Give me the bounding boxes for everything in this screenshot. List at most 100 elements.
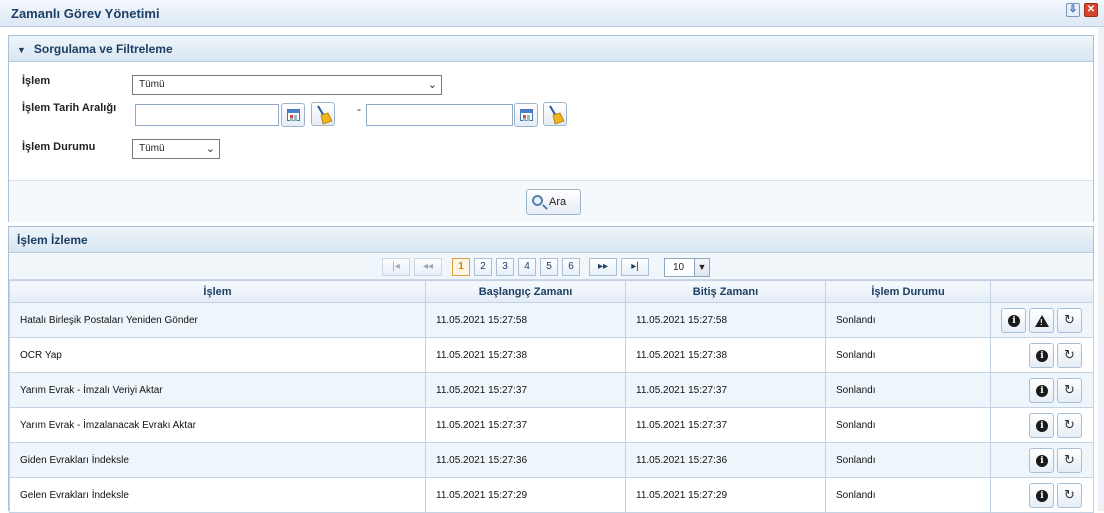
cell-islem: Hatalı Birleşik Postaları Yeniden Gönder	[9, 302, 426, 338]
cell-actions: i ↻	[990, 477, 1094, 513]
table-row[interactable]: Yarım Evrak - İmzalı Veriyi Aktar 11.05.…	[9, 372, 1094, 408]
info-button[interactable]: i	[1029, 483, 1054, 508]
table-row[interactable]: Gelen Evrakları İndeksle 11.05.2021 15:2…	[9, 477, 1094, 513]
column-header-actions	[990, 280, 1094, 303]
islem-table: İşlem Başlangıç Zamanı Bitiş Zamanı İşle…	[9, 280, 1094, 513]
vertical-scrollbar[interactable]	[1098, 27, 1104, 511]
refresh-icon: ↻	[1064, 313, 1075, 328]
rerun-button[interactable]: ↻	[1057, 483, 1082, 508]
end-date-input[interactable]	[366, 104, 513, 126]
table-row[interactable]: Giden Evrakları İndeksle 11.05.2021 15:2…	[9, 442, 1094, 478]
page-size-value: 10	[673, 262, 685, 273]
cell-islem: Yarım Evrak - İmzalanacak Evrakı Aktar	[9, 407, 426, 443]
cell-baslangic: 11.05.2021 15:27:29	[425, 477, 626, 513]
info-icon: i	[1036, 385, 1048, 397]
rerun-button[interactable]: ↻	[1057, 308, 1082, 333]
calendar-icon	[520, 109, 533, 121]
filter-footer: Ara	[9, 180, 1093, 222]
restore-window-icon[interactable]: ⇩	[1066, 3, 1080, 17]
warning-icon: !	[1035, 315, 1049, 327]
page-button-1[interactable]: 1	[452, 258, 470, 276]
window-title: Zamanlı Görev Yönetimi	[11, 6, 160, 21]
cell-durum: Sonlandı	[825, 337, 991, 373]
start-date-clear-button[interactable]	[311, 102, 335, 126]
broom-icon	[549, 105, 565, 125]
info-button[interactable]: i	[1029, 448, 1054, 473]
info-icon: i	[1036, 490, 1048, 502]
page-button-4[interactable]: 4	[518, 258, 536, 276]
page-button-6[interactable]: 6	[562, 258, 580, 276]
refresh-icon: ↻	[1064, 453, 1075, 468]
date-range-separator: -	[357, 102, 361, 116]
page-size-select[interactable]: 10 ▼	[664, 258, 710, 277]
chevron-down-icon: ▼	[694, 259, 709, 276]
monitor-panel-title: İşlem İzleme	[17, 233, 88, 247]
cell-baslangic: 11.05.2021 15:27:37	[425, 407, 626, 443]
table-row[interactable]: OCR Yap 11.05.2021 15:27:38 11.05.2021 1…	[9, 337, 1094, 373]
filter-panel-header[interactable]: ▼ Sorgulama ve Filtreleme	[9, 36, 1093, 62]
islem-durumu-label: İşlem Durumu	[22, 141, 96, 153]
column-header-durum[interactable]: İşlem Durumu	[825, 280, 991, 303]
cell-durum: Sonlandı	[825, 407, 991, 443]
search-button[interactable]: Ara	[526, 189, 581, 215]
info-icon: i	[1036, 350, 1048, 362]
end-date-calendar-button[interactable]	[514, 103, 538, 127]
search-button-label: Ara	[549, 196, 567, 208]
cell-islem: Yarım Evrak - İmzalı Veriyi Aktar	[9, 372, 426, 408]
rerun-button[interactable]: ↻	[1057, 448, 1082, 473]
broom-icon	[317, 105, 333, 125]
islem-durumu-value: Tümü	[139, 143, 165, 154]
end-date-clear-button[interactable]	[543, 102, 567, 126]
page-button-2[interactable]: 2	[474, 258, 492, 276]
cell-durum: Sonlandı	[825, 372, 991, 408]
column-header-islem[interactable]: İşlem	[9, 280, 426, 303]
warning-button[interactable]: !	[1029, 308, 1054, 333]
start-date-calendar-button[interactable]	[281, 103, 305, 127]
cell-bitis: 11.05.2021 15:27:38	[625, 337, 826, 373]
islem-durumu-select[interactable]: Tümü ⌄	[132, 139, 220, 159]
column-header-bitis[interactable]: Bitiş Zamanı	[625, 280, 826, 303]
rerun-button[interactable]: ↻	[1057, 413, 1082, 438]
table-header-row: İşlem Başlangıç Zamanı Bitiş Zamanı İşle…	[9, 280, 1094, 303]
islem-label: İşlem	[22, 75, 51, 87]
chevron-down-icon: ⌄	[427, 79, 437, 91]
islem-select-value: Tümü	[139, 79, 165, 90]
cell-durum: Sonlandı	[825, 442, 991, 478]
refresh-icon: ↻	[1064, 383, 1075, 398]
refresh-icon: ↻	[1064, 488, 1075, 503]
cell-islem: OCR Yap	[9, 337, 426, 373]
rerun-button[interactable]: ↻	[1057, 343, 1082, 368]
cell-baslangic: 11.05.2021 15:27:58	[425, 302, 626, 338]
info-icon: i	[1036, 455, 1048, 467]
info-button[interactable]: i	[1029, 378, 1054, 403]
next-page-button[interactable]: ▸▸	[589, 258, 617, 276]
page-button-5[interactable]: 5	[540, 258, 558, 276]
chevron-down-icon: ⌄	[205, 143, 215, 155]
prev-page-button[interactable]: ◂◂	[414, 258, 442, 276]
first-page-button[interactable]: |◂	[382, 258, 410, 276]
rerun-button[interactable]: ↻	[1057, 378, 1082, 403]
cell-bitis: 11.05.2021 15:27:29	[625, 477, 826, 513]
last-page-button[interactable]: ▸|	[621, 258, 649, 276]
info-button[interactable]: i	[1029, 413, 1054, 438]
info-button[interactable]: i	[1001, 308, 1026, 333]
cell-baslangic: 11.05.2021 15:27:36	[425, 442, 626, 478]
column-header-baslangic[interactable]: Başlangıç Zamanı	[425, 280, 626, 303]
cell-bitis: 11.05.2021 15:27:58	[625, 302, 826, 338]
close-window-icon[interactable]: ✕	[1084, 3, 1098, 17]
cell-baslangic: 11.05.2021 15:27:37	[425, 372, 626, 408]
collapse-triangle-icon[interactable]: ▼	[17, 37, 26, 63]
search-icon	[532, 195, 543, 206]
start-date-input[interactable]	[135, 104, 279, 126]
cell-bitis: 11.05.2021 15:27:37	[625, 372, 826, 408]
cell-islem: Giden Evrakları İndeksle	[9, 442, 426, 478]
info-button[interactable]: i	[1029, 343, 1054, 368]
filter-panel-title: Sorgulama ve Filtreleme	[33, 42, 173, 56]
table-row[interactable]: Yarım Evrak - İmzalanacak Evrakı Aktar 1…	[9, 407, 1094, 443]
cell-baslangic: 11.05.2021 15:27:38	[425, 337, 626, 373]
cell-actions: i ↻	[990, 337, 1094, 373]
cell-actions: i ↻	[990, 372, 1094, 408]
islem-select[interactable]: Tümü ⌄	[132, 75, 442, 95]
table-row[interactable]: Hatalı Birleşik Postaları Yeniden Gönder…	[9, 302, 1094, 338]
page-button-3[interactable]: 3	[496, 258, 514, 276]
